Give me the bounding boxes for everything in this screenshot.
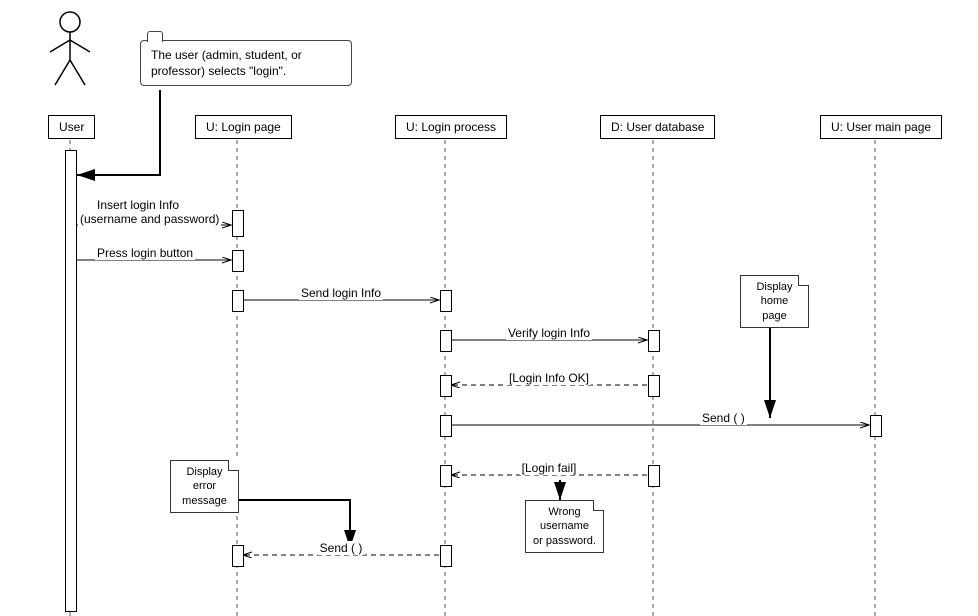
diagram-canvas (0, 0, 978, 616)
note-line: error (193, 480, 216, 492)
note-line: username (540, 520, 589, 532)
activation-loginprocess-6 (440, 545, 452, 567)
callout-note: The user (admin, student, or professor) … (140, 40, 352, 86)
activation-loginprocess-5 (440, 465, 452, 487)
actor-icon (50, 12, 90, 85)
participant-main-page: U: User main page (820, 115, 942, 139)
participant-label: U: Login process (406, 120, 496, 134)
note-line: Wrong (548, 506, 580, 518)
activation-loginpage-4 (232, 545, 244, 567)
msg-send-login: Send login Info (299, 286, 383, 300)
activation-loginprocess-4 (440, 415, 452, 437)
activation-db-3 (648, 465, 660, 487)
msg-send-back: Send ( ) (318, 541, 365, 555)
callout-text: The user (admin, student, or professor) … (151, 48, 302, 78)
msg-insert-login-2: (username and password) (78, 212, 221, 226)
activation-loginpage-1 (232, 210, 244, 237)
participant-login-page: U: Login page (195, 115, 292, 139)
activation-user (65, 150, 77, 612)
msg-insert-login-1: Insert login Info (95, 198, 181, 212)
activation-loginprocess-2 (440, 330, 452, 352)
participant-label: D: User database (611, 120, 704, 134)
activation-db-1 (648, 330, 660, 352)
activation-loginpage-2 (232, 250, 244, 272)
msg-login-fail: [Login fail] (520, 461, 579, 475)
note-line: or password. (533, 535, 596, 547)
activation-loginpage-3 (232, 290, 244, 312)
activation-loginprocess-3 (440, 375, 452, 397)
participant-label: U: User main page (831, 120, 931, 134)
msg-login-ok: [Login Info OK] (507, 371, 591, 385)
note-wrong-password: Wrong username or password. (525, 500, 604, 553)
note-line: Display (756, 281, 792, 293)
msg-press-login: Press login button (95, 246, 195, 260)
participant-user-db: D: User database (600, 115, 715, 139)
participant-user: User (48, 115, 95, 139)
msg-send-main: Send ( ) (700, 411, 747, 425)
participant-label: User (59, 120, 84, 134)
note-error-message: Display error message (170, 460, 239, 513)
activation-db-2 (648, 375, 660, 397)
note-line: message (182, 495, 227, 507)
msg-verify: Verify login Info (506, 326, 592, 340)
participant-login-process: U: Login process (395, 115, 507, 139)
note-line: home page (761, 295, 789, 321)
participant-label: U: Login page (206, 120, 281, 134)
note-connectors (238, 320, 770, 548)
activation-mainpage (870, 415, 882, 437)
activation-loginprocess-1 (440, 290, 452, 312)
note-line: Display (186, 466, 222, 478)
note-home-page: Display home page (740, 275, 809, 328)
